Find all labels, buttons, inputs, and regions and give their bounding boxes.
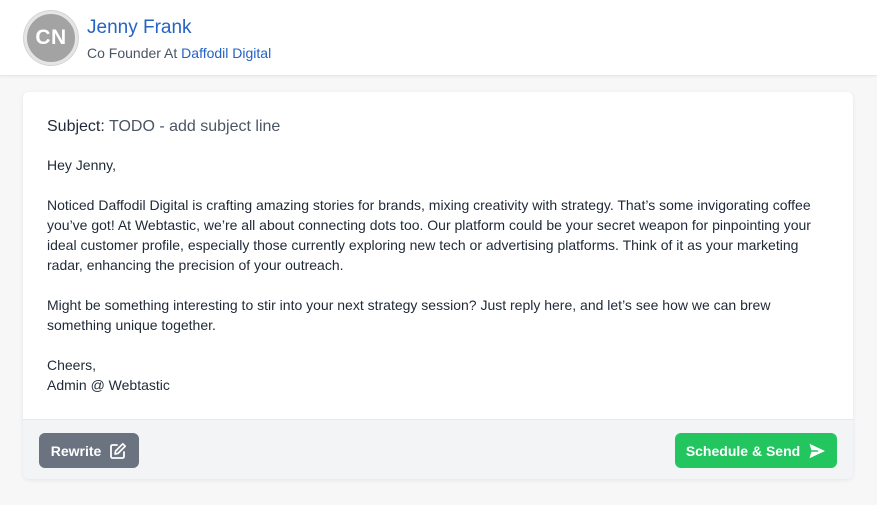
subject-label: Subject: xyxy=(47,118,105,135)
email-greeting: Hey Jenny, xyxy=(47,157,116,173)
contact-header: CN Jenny Frank Co Founder At Daffodil Di… xyxy=(0,0,877,76)
schedule-send-button-label: Schedule & Send xyxy=(685,442,801,459)
contact-role-text: Co Founder At xyxy=(87,45,182,61)
company-link[interactable]: Daffodil Digital xyxy=(181,45,271,61)
rewrite-button-label: Rewrite xyxy=(50,442,102,459)
contact-role: Co Founder At Daffodil Digital xyxy=(87,45,271,61)
email-card: Subject: TODO - add subject line Hey Jen… xyxy=(23,92,853,479)
contact-name[interactable]: Jenny Frank xyxy=(87,17,192,39)
subject-line[interactable]: Subject: TODO - add subject line xyxy=(47,118,280,136)
avatar: CN xyxy=(24,11,78,65)
email-paragraph-1: Noticed Daffodil Digital is crafting ama… xyxy=(47,197,811,273)
email-signoff-text: Cheers, xyxy=(47,357,97,373)
paper-plane-icon xyxy=(809,443,826,458)
schedule-send-button[interactable]: Schedule & Send xyxy=(675,433,837,468)
subject-value[interactable]: TODO - add subject line xyxy=(105,118,280,135)
avatar-initials: CN xyxy=(35,26,67,49)
rewrite-button[interactable]: Rewrite xyxy=(39,433,139,468)
edit-icon xyxy=(110,442,127,459)
email-actions-bar: Rewrite Schedule & Send xyxy=(23,419,853,479)
email-signoff: Cheers, Admin @ Webtastic xyxy=(47,355,837,395)
email-signature: Admin @ Webtastic xyxy=(47,377,170,393)
email-body[interactable]: Hey Jenny, Noticed Daffodil Digital is c… xyxy=(47,155,837,395)
email-paragraph-2: Might be something interesting to stir i… xyxy=(47,297,771,333)
